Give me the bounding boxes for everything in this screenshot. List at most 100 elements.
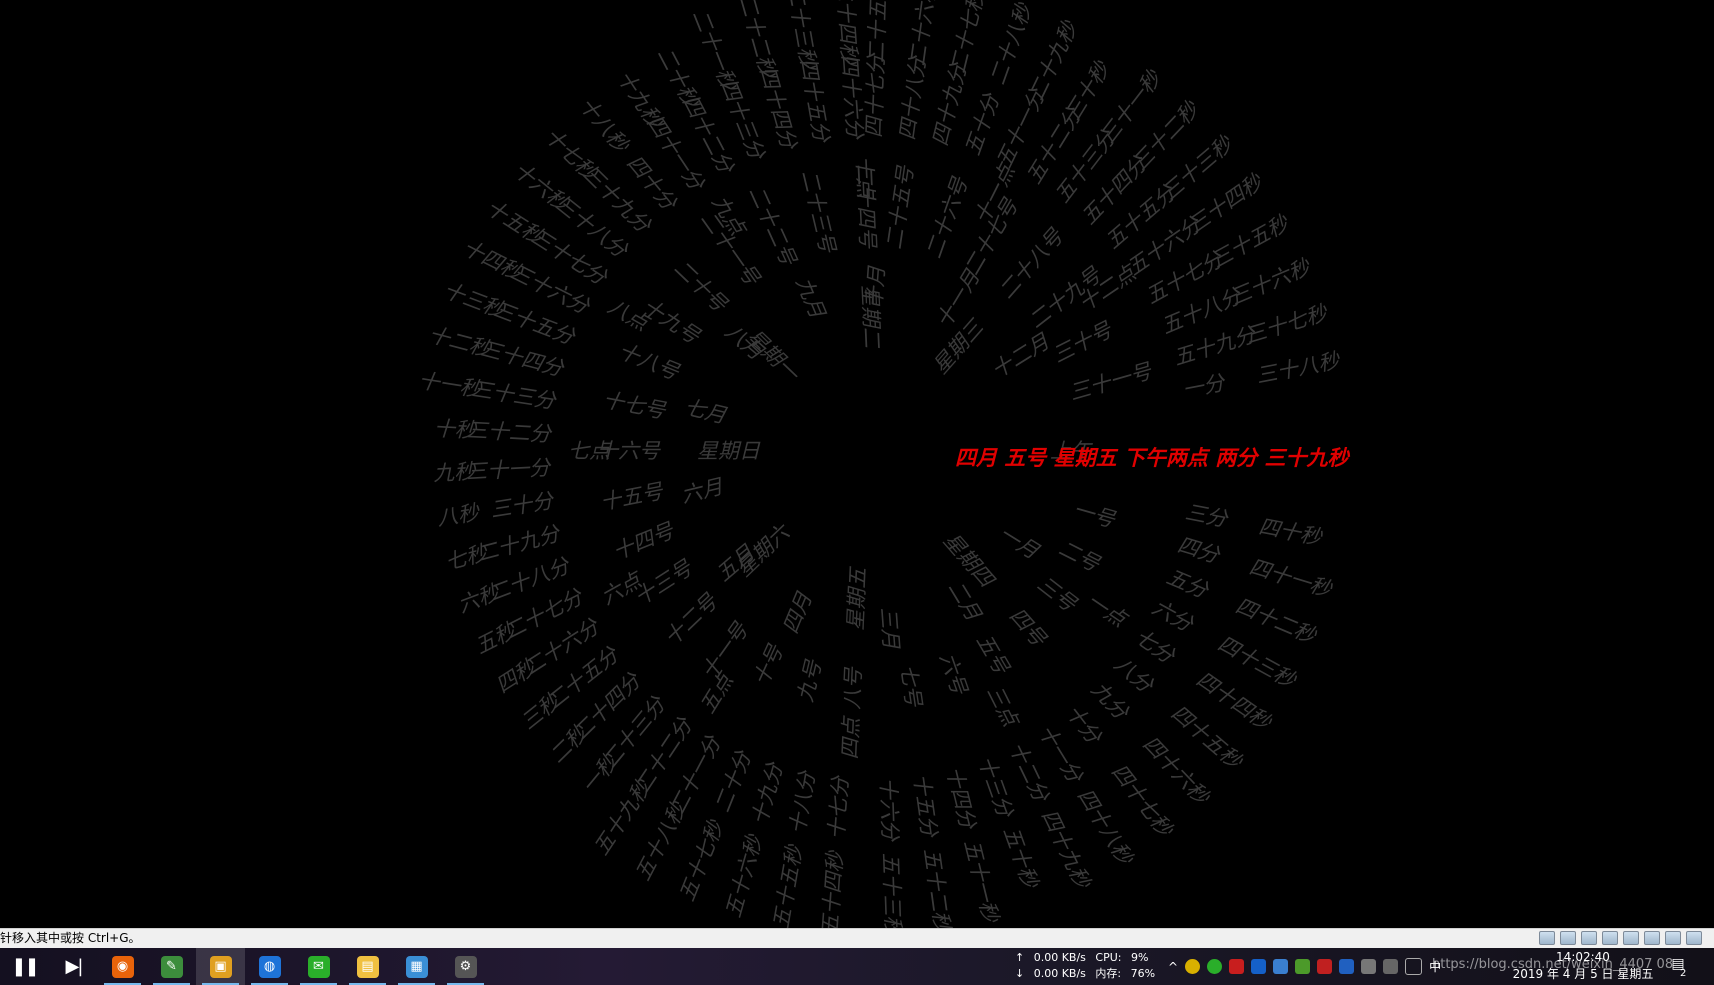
- memory-label: 内存:: [1095, 967, 1122, 980]
- day-label: 十一号: [697, 618, 754, 684]
- vm-device-icons: [1539, 931, 1702, 945]
- day-label: 九号: [793, 657, 826, 704]
- day-label: 十八号: [615, 339, 683, 385]
- day-label: 二十号: [669, 255, 732, 317]
- hard-disk-icon[interactable]: [1539, 931, 1555, 945]
- battery-icon[interactable]: [1361, 959, 1377, 974]
- bluetooth-icon[interactable]: [1251, 959, 1267, 974]
- qq-browser-icon[interactable]: [1185, 959, 1201, 974]
- minute-label: 十五分: [909, 772, 942, 840]
- wechat-taskbar-button[interactable]: ✉: [294, 948, 343, 985]
- day-label: 十七号: [601, 388, 668, 424]
- taskbar-app-list: ◉ ✎ ▣ ◍ ✉ ▤ ▦ ⚙: [98, 948, 490, 985]
- windows-taskbar: ❚❚ ▶| ◉ ✎ ▣ ◍ ✉ ▤ ▦ ⚙ ↑ 0.00 KB/s CPU: 9% ↓ 0.0…: [0, 948, 1714, 985]
- qq-tray-icon[interactable]: [1229, 959, 1245, 974]
- vm-hint-text: 针移入其中或按 Ctrl+G。: [0, 931, 141, 945]
- second-label: 五十五秒: [769, 842, 807, 928]
- firefox-taskbar-button[interactable]: ◉: [98, 948, 147, 985]
- day-label: 二十三号: [797, 168, 840, 256]
- printer-icon[interactable]: [1602, 931, 1618, 945]
- browser-taskbar-button[interactable]: ◍: [245, 948, 294, 985]
- show-hidden-icons-chevron[interactable]: ^: [1168, 960, 1178, 974]
- minute-label: 十九分: [747, 759, 788, 828]
- day-label: 七号: [896, 663, 926, 709]
- vmware-taskbar-button[interactable]: ▣: [196, 948, 245, 985]
- day-label: 十四号: [610, 518, 678, 564]
- skip-next-button[interactable]: ▶|: [49, 948, 98, 985]
- settings-taskbar-button[interactable]: ⚙: [441, 948, 490, 985]
- remote-desktop-taskbar-button[interactable]: ▦: [392, 948, 441, 985]
- clock-time: 14:02:40: [1556, 950, 1610, 964]
- download-speed: 0.00 KB/s: [1033, 967, 1086, 980]
- second-label: 十二秒: [426, 322, 495, 362]
- taskbar-left: ❚❚ ▶| ◉ ✎ ▣ ◍ ✉ ▤ ▦ ⚙: [0, 948, 490, 985]
- second-label: 五十三秒: [878, 852, 905, 928]
- second-label: 十五秒: [482, 195, 550, 250]
- month-label: 七月: [682, 395, 729, 428]
- hour-label: 五点: [695, 668, 739, 718]
- month-label: 十二月: [987, 329, 1054, 383]
- network-icon[interactable]: [1383, 959, 1399, 974]
- network-adapter-icon[interactable]: [1581, 931, 1597, 945]
- taskbar-clock[interactable]: 14:02:40 2019 年 4 月 5 日 星期五: [1510, 949, 1656, 983]
- day-label: 三号: [1033, 572, 1082, 617]
- clock-canvas: 上午 星期四 星期五 星期六 星期日 星期一 星期二 星期三 一月 二月 三月 四月 五月 六月 七月 八月九…: [0, 0, 1714, 928]
- weekday-label: 星期日: [697, 439, 761, 463]
- cpu-value: 9%: [1130, 951, 1149, 964]
- weekday-label: 星期四: [939, 528, 1001, 593]
- minute-label: 三十分: [489, 488, 557, 522]
- second-label: 二十二秒: [734, 0, 781, 81]
- hour-label: 十点: [852, 155, 878, 200]
- second-label: 三十六秒: [1227, 254, 1316, 309]
- hour-label: 一点: [1082, 588, 1132, 633]
- vmware-tray-icon[interactable]: [1273, 959, 1289, 974]
- download-arrow-icon: ↓: [1015, 967, 1025, 980]
- notepad-taskbar-button[interactable]: ✎: [147, 948, 196, 985]
- second-label: 二十四秒: [832, 0, 862, 66]
- volume-icon[interactable]: [1405, 958, 1423, 975]
- cd-rom-icon[interactable]: [1560, 931, 1576, 945]
- second-label: 九秒: [433, 459, 478, 485]
- day-label: 二十二号: [744, 182, 801, 269]
- hour-label: 七点: [568, 439, 612, 463]
- message-log-icon[interactable]: [1686, 931, 1702, 945]
- minute-label: 四十五分: [796, 57, 834, 146]
- second-label: 五十一秒: [959, 837, 1003, 926]
- second-label: 二十七秒: [946, 0, 990, 76]
- second-label: 五十秒: [999, 823, 1044, 892]
- file-explorer-taskbar-button[interactable]: ▤: [343, 948, 392, 985]
- current-time-readout: 四月 五号 星期五 下午两点 两分 三十九秒: [955, 446, 1351, 470]
- nvidia-icon[interactable]: [1295, 959, 1311, 974]
- firefox-icon: ◉: [111, 955, 134, 978]
- day-label: 六号: [935, 650, 972, 699]
- second-label: 八秒: [435, 500, 482, 531]
- month-label: 四月: [778, 588, 817, 637]
- notepad-icon: ✎: [160, 955, 183, 978]
- sound-card-icon[interactable]: [1644, 931, 1660, 945]
- notification-count: 2: [1680, 968, 1687, 979]
- memory-value: 76%: [1130, 967, 1156, 980]
- shield-icon[interactable]: [1339, 959, 1355, 974]
- second-label: 三十八秒: [1254, 348, 1343, 388]
- wechat-tray-icon[interactable]: [1207, 959, 1223, 974]
- second-label: 四十秒: [1257, 514, 1325, 550]
- day-label: 二十五号: [882, 163, 918, 251]
- month-label: 三月: [876, 606, 903, 651]
- second-label: 二十三秒: [783, 0, 821, 72]
- minute-label: 十八分: [785, 768, 820, 836]
- pause-button[interactable]: ❚❚: [0, 948, 49, 985]
- minute-label: 十七分: [824, 774, 852, 841]
- minute-label: 六分: [1148, 595, 1198, 637]
- second-label: 十秒: [433, 416, 478, 442]
- second-label: 十三秒: [440, 278, 509, 324]
- display-icon[interactable]: [1665, 931, 1681, 945]
- day-label: 四号: [1005, 603, 1051, 651]
- security-tray-icon[interactable]: [1317, 959, 1333, 974]
- second-label: 十四秒: [459, 235, 528, 286]
- second-label: 三十七秒: [1242, 300, 1331, 348]
- month-label: 十月: [862, 264, 889, 309]
- day-label: 一号: [1071, 497, 1119, 532]
- usb-device-icon[interactable]: [1623, 931, 1639, 945]
- day-label: 十号: [749, 641, 789, 690]
- day-label: 十五号: [598, 479, 665, 515]
